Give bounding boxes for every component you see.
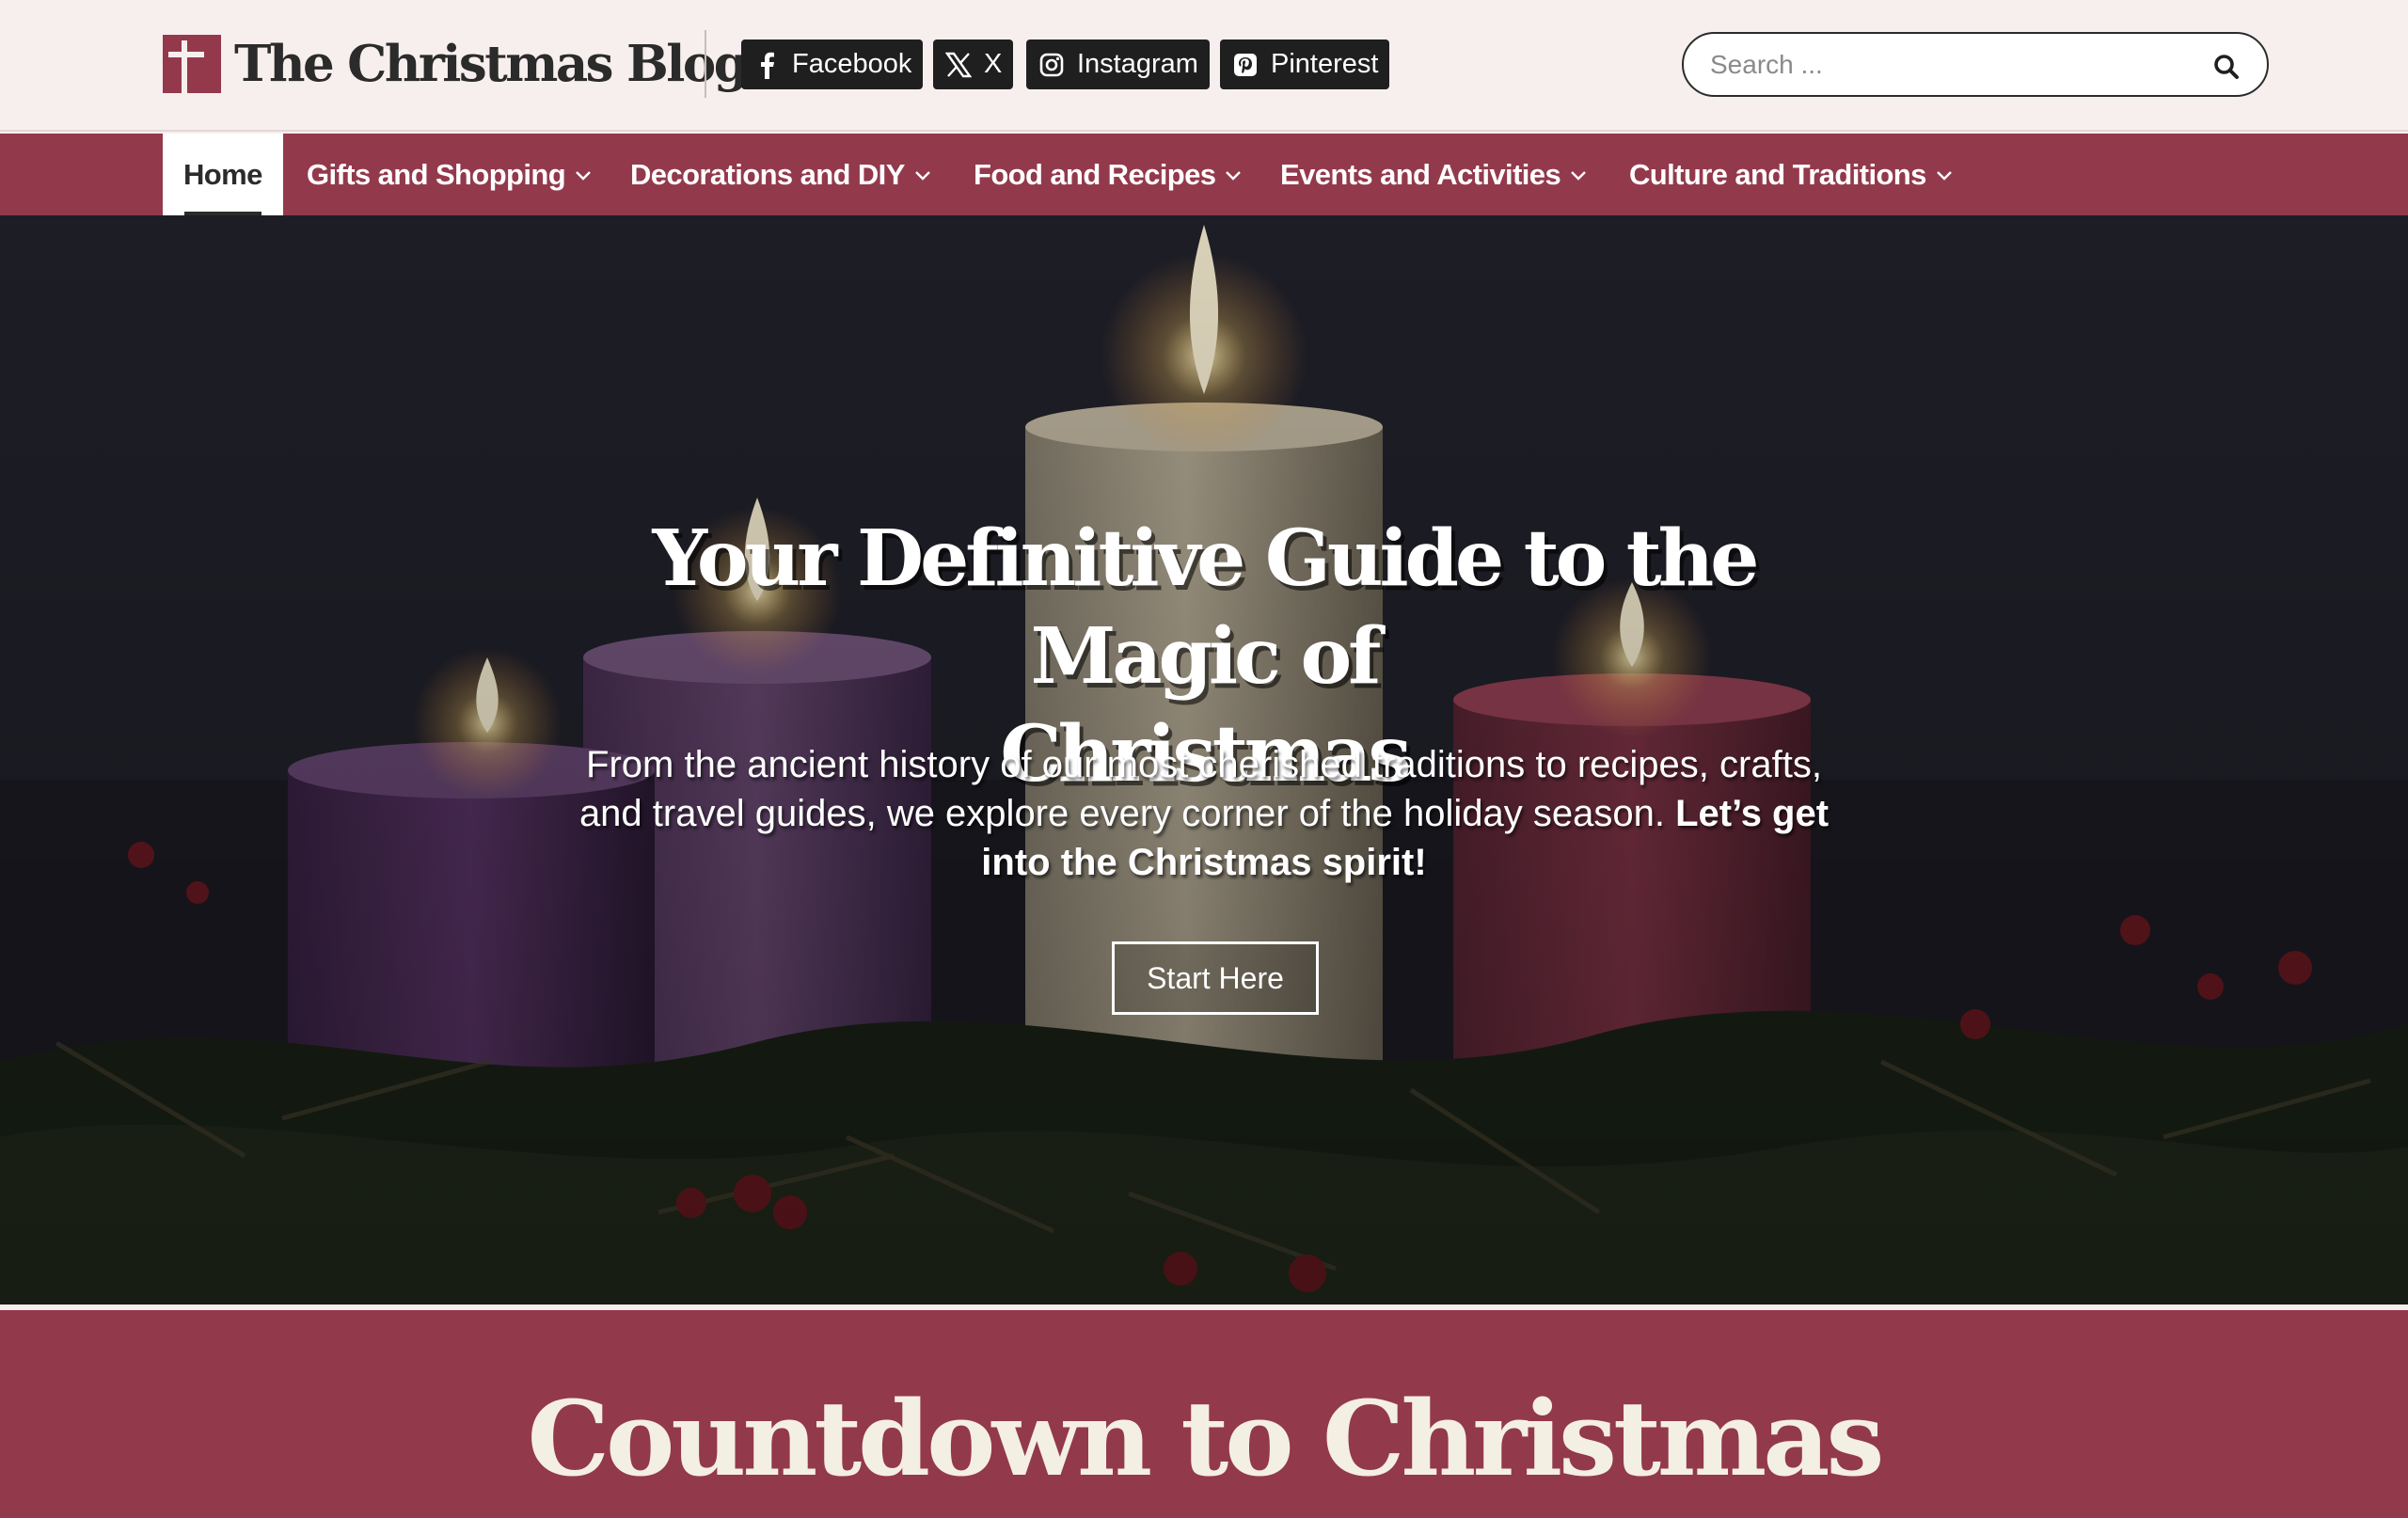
site-title[interactable]: The Christmas Blog — [234, 35, 749, 93]
countdown-title: Countdown to Christmas — [527, 1378, 1884, 1499]
facebook-label: Facebook — [792, 49, 912, 79]
nav-item-food-and-recipes[interactable]: Food and Recipes — [974, 134, 1242, 215]
nav-item-label: Culture and Traditions — [1629, 157, 1926, 191]
pinterest-icon — [1231, 53, 1259, 77]
facebook-icon — [752, 51, 781, 79]
nav-item-events-and-activities[interactable]: Events and Activities — [1280, 134, 1587, 215]
nav-item-label: Home — [183, 157, 262, 191]
chevron-down-icon — [1226, 170, 1242, 181]
site-logo[interactable]: The Christmas Blog — [163, 34, 749, 94]
instagram-button[interactable]: Instagram — [1026, 40, 1210, 89]
start-here-button[interactable]: Start Here — [1112, 941, 1319, 1015]
x-icon — [944, 52, 973, 78]
pinterest-button[interactable]: Pinterest — [1220, 40, 1390, 89]
nav-item-label: Gifts and Shopping — [307, 157, 566, 191]
nav-item-gifts-and-shopping[interactable]: Gifts and Shopping — [307, 134, 592, 215]
chevron-down-icon — [1936, 170, 1952, 181]
instagram-label: Instagram — [1077, 49, 1198, 79]
hero-title-line1: Your Definitive Guide to the Magic of — [652, 514, 1760, 702]
nav-item-culture-and-traditions[interactable]: Culture and Traditions — [1629, 134, 1953, 215]
pinterest-label: Pinterest — [1271, 49, 1379, 79]
nav-item-label: Events and Activities — [1280, 157, 1561, 191]
search-icon[interactable] — [2212, 53, 2241, 81]
hero-section: Your Definitive Guide to the Magic of Ch… — [0, 215, 2408, 1305]
chevron-down-icon — [914, 170, 930, 181]
main-nav: Home Gifts and Shopping Decorations and … — [0, 134, 2408, 215]
hero-subtitle: From the ancient history of our most che… — [564, 740, 1844, 887]
countdown-section: Countdown to Christmas — [0, 1310, 2408, 1518]
cross-logo-icon — [163, 35, 221, 93]
search-input[interactable] — [1710, 45, 2180, 85]
nav-item-label: Decorations and DIY — [630, 157, 905, 191]
x-label: X — [984, 49, 1003, 79]
nav-item-label: Food and Recipes — [974, 157, 1216, 191]
site-header: The Christmas Blog Facebook X Instagram … — [0, 0, 2408, 132]
nav-item-home[interactable]: Home — [163, 134, 283, 215]
chevron-down-icon — [576, 170, 591, 181]
header-divider — [705, 30, 706, 98]
x-button[interactable]: X — [933, 40, 1014, 89]
search-box — [1682, 32, 2269, 97]
nav-item-decorations-and-diy[interactable]: Decorations and DIY — [630, 134, 931, 215]
hero-subtitle-text: From the ancient history of our most che… — [578, 744, 1822, 834]
chevron-down-icon — [1571, 170, 1586, 181]
instagram-icon — [1038, 53, 1066, 77]
facebook-button[interactable]: Facebook — [741, 40, 924, 89]
